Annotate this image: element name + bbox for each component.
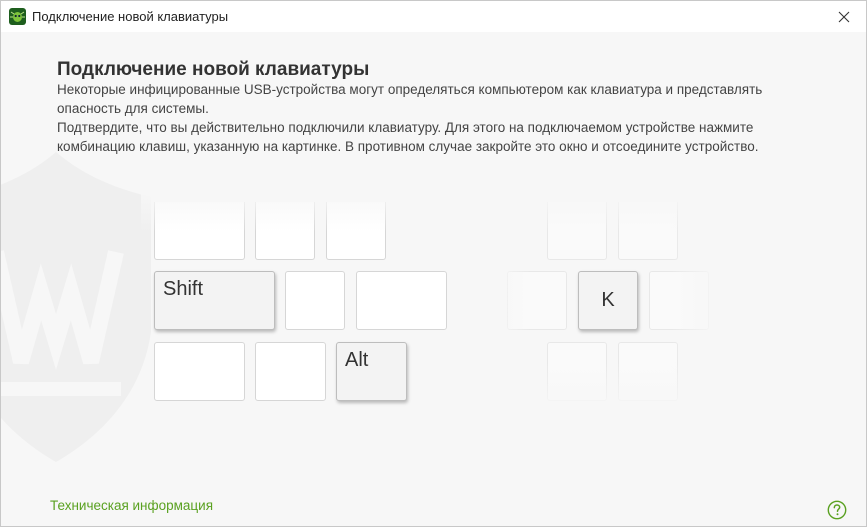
keyboard-key [255, 342, 326, 401]
keyboard-key [356, 271, 447, 330]
technical-info-link[interactable]: Техническая информация [50, 498, 213, 513]
dialog-heading: Подключение новой клавиатуры [57, 59, 370, 80]
description: Некоторые инфицированные USB-устройства … [57, 80, 797, 156]
close-icon [838, 11, 850, 22]
help-icon[interactable] [827, 500, 847, 520]
key-k: K [578, 271, 638, 330]
keyboard-fade [531, 362, 701, 412]
dr-web-shield-logo [1, 152, 151, 462]
description-paragraph-1: Некоторые инфицированные USB-устройства … [57, 82, 763, 116]
dialog-window: Подключение новой клавиатуры Подключение… [0, 0, 867, 527]
dialog-content: Подключение новой клавиатуры Некоторые и… [1, 32, 866, 526]
key-shift-label: Shift [163, 278, 204, 300]
keyboard-fade [491, 192, 531, 442]
dr-web-spider-icon [9, 8, 26, 25]
close-button[interactable] [826, 1, 862, 32]
window-title: Подключение новой клавиатуры [32, 9, 229, 24]
keyboard-fade [141, 192, 721, 232]
key-k-label: K [601, 289, 615, 311]
title-bar: Подключение новой клавиатуры [1, 1, 866, 32]
keyboard-key [154, 342, 245, 401]
key-shift: Shift [154, 271, 275, 330]
description-paragraph-2: Подтвердите, что вы действительно подклю… [57, 120, 759, 154]
key-alt-label: Alt [345, 349, 369, 371]
keyboard-key [285, 271, 345, 330]
key-alt: Alt [336, 342, 407, 401]
